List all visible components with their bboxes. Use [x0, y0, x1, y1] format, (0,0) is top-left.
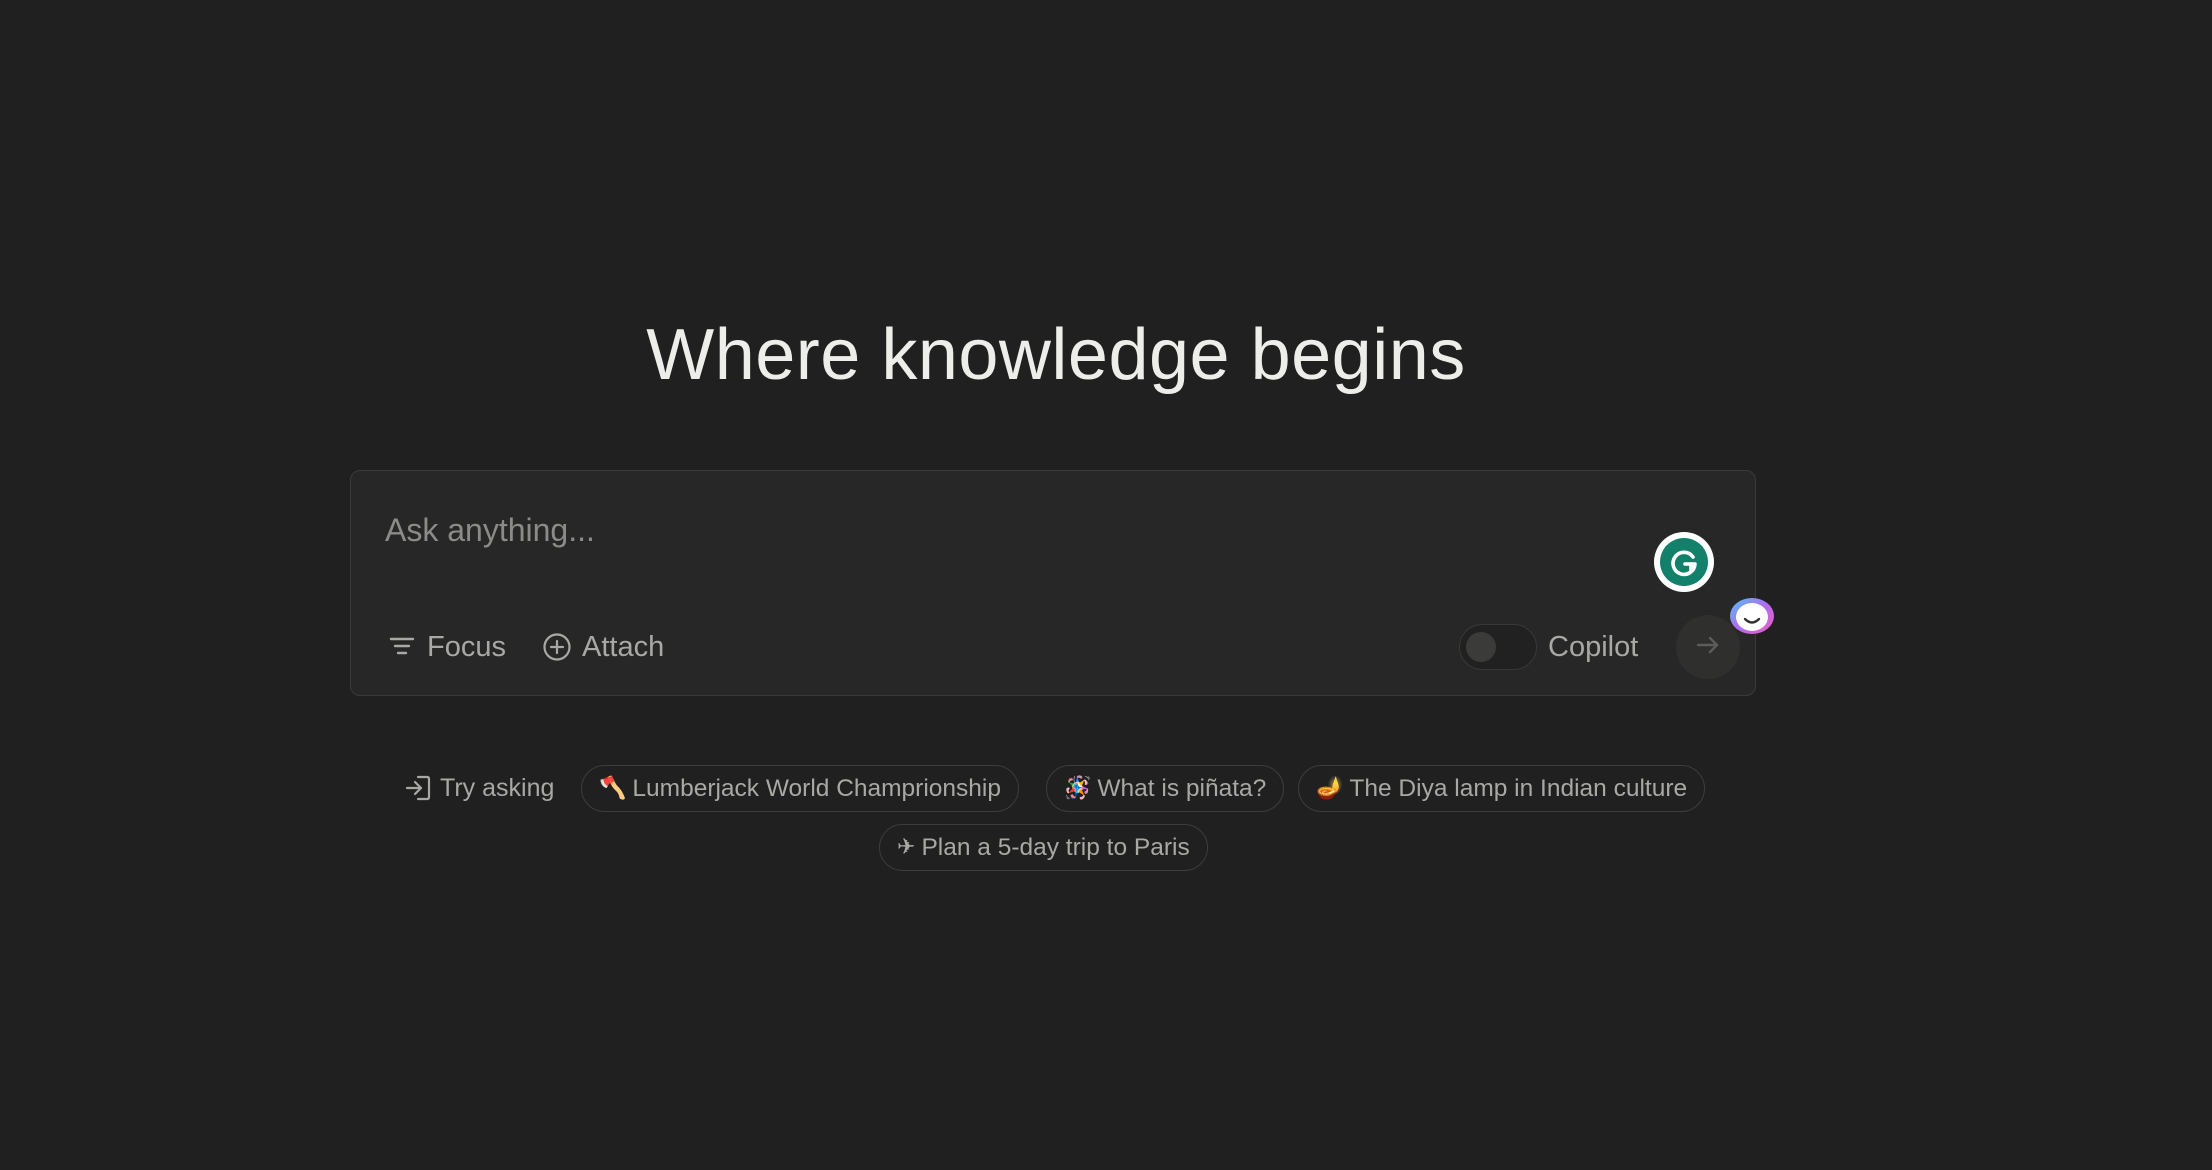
- suggestion-text: Plan a 5-day trip to Paris: [921, 833, 1190, 861]
- grammarly-icon[interactable]: [1654, 532, 1714, 592]
- suggestion-text: What is piñata?: [1097, 774, 1267, 802]
- attach-label: Attach: [582, 630, 665, 663]
- suggestion-chip[interactable]: 🪓 Lumberjack World Champrionship: [581, 765, 1019, 812]
- airplane-icon: ✈: [897, 835, 916, 860]
- search-box[interactable]: Focus Attach Copilot: [350, 470, 1756, 696]
- assistant-face-icon[interactable]: [1728, 596, 1776, 636]
- suggestion-text: Lumberjack World Champrionship: [632, 774, 1001, 802]
- try-asking-label: Try asking: [404, 768, 554, 808]
- pinata-icon: 🪅: [1064, 776, 1092, 801]
- try-asking-text: Try asking: [440, 773, 555, 802]
- suggestion-chip[interactable]: 🪅 What is piñata?: [1046, 765, 1285, 812]
- suggestion-chip[interactable]: ✈ Plan a 5-day trip to Paris: [879, 824, 1208, 871]
- diya-lamp-icon: 🪔: [1316, 776, 1344, 801]
- plus-circle-icon: [542, 632, 572, 662]
- page-title: Where knowledge begins: [646, 315, 1466, 395]
- filter-lines-icon: [387, 632, 417, 662]
- focus-label: Focus: [427, 630, 506, 663]
- toggle-knob: [1466, 632, 1496, 662]
- copilot-label: Copilot: [1548, 631, 1639, 663]
- arrow-right-icon: [1693, 630, 1723, 664]
- axe-icon: 🪓: [599, 776, 627, 801]
- suggestion-text: The Diya lamp in Indian culture: [1349, 774, 1688, 802]
- search-input[interactable]: [383, 499, 1587, 561]
- arrow-into-icon: [404, 774, 432, 802]
- focus-button[interactable]: Focus: [387, 627, 506, 667]
- copilot-toggle[interactable]: [1459, 624, 1537, 670]
- suggestion-chip[interactable]: 🪔 The Diya lamp in Indian culture: [1298, 765, 1706, 812]
- grammarly-g-icon: [1660, 538, 1708, 586]
- attach-button[interactable]: Attach: [542, 627, 664, 667]
